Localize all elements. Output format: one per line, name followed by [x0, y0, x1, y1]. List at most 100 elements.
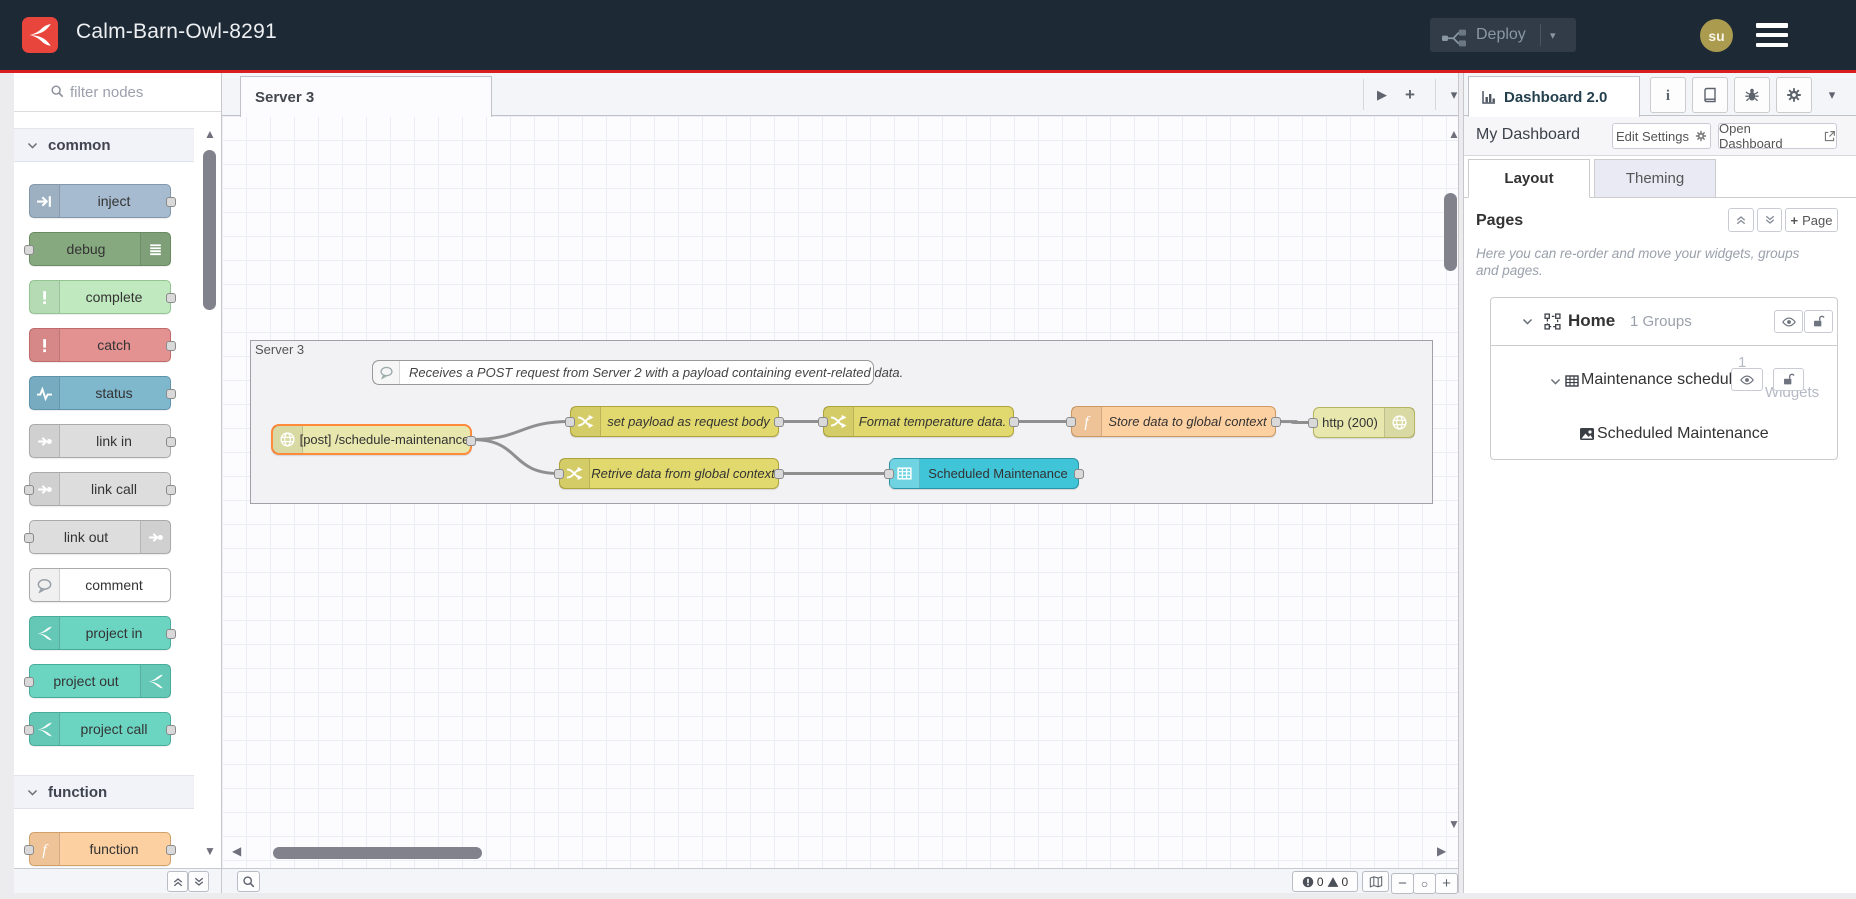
output-port[interactable] [774, 416, 784, 427]
palette-node-link-in[interactable]: link in [29, 424, 176, 458]
palette-node-inject[interactable]: inject [29, 184, 176, 218]
palette-expand-all-button[interactable] [188, 871, 209, 892]
zoom-in-button[interactable]: + [1435, 873, 1458, 894]
output-port[interactable] [166, 341, 176, 351]
input-port[interactable] [554, 468, 564, 479]
collapse-all-pages-button[interactable] [1728, 208, 1754, 232]
tab-layout[interactable]: Layout [1468, 159, 1590, 198]
canvas-scroll-up-icon[interactable]: ▲ [1448, 128, 1458, 140]
edit-settings-button[interactable]: Edit Settings [1612, 123, 1711, 149]
canvas-scroll-down-icon[interactable]: ▼ [1448, 818, 1458, 830]
palette-scroll-up-icon[interactable]: ▲ [204, 128, 216, 140]
output-port[interactable] [166, 197, 176, 207]
add-flow-button[interactable]: + [1398, 83, 1422, 107]
palette-node-project-out[interactable]: project out [24, 664, 171, 698]
input-port[interactable] [24, 533, 34, 543]
palette-category-function[interactable]: function [14, 775, 194, 809]
canvas-scroll-right-icon[interactable]: ▶ [1437, 845, 1446, 857]
output-port[interactable] [166, 725, 176, 735]
input-port[interactable] [24, 677, 34, 687]
input-port[interactable] [24, 245, 34, 255]
project-title: Calm-Barn-Owl-8291 [76, 20, 277, 43]
search-flows-button[interactable] [237, 871, 260, 892]
tab-help-button[interactable] [1692, 77, 1728, 113]
palette-node-catch[interactable]: catch [29, 328, 176, 362]
deploy-options-chevron-icon[interactable]: ▾ [1541, 29, 1565, 42]
navigator-button[interactable] [1362, 871, 1389, 892]
palette-node-project-call[interactable]: project call [24, 712, 176, 746]
zoom-out-button[interactable]: − [1391, 873, 1414, 894]
palette-node-status[interactable]: status [29, 376, 176, 410]
user-avatar[interactable]: su [1700, 19, 1733, 52]
tab-theming[interactable]: Theming [1594, 159, 1716, 198]
input-port[interactable] [1066, 416, 1076, 427]
flow-node-http-200[interactable]: http (200) [1308, 407, 1415, 438]
palette-node-function[interactable]: f function [24, 832, 176, 866]
flow-node-retrive-data-from-global-context[interactable]: Retrive data from global context [554, 458, 784, 489]
dashboard-tree: Home 1 Groups Maintenance schedul... 1 W… [1490, 297, 1838, 460]
output-port[interactable] [166, 485, 176, 495]
palette-node-comment[interactable]: comment [29, 568, 171, 602]
output-port[interactable] [774, 468, 784, 479]
palette-scroll-down-icon[interactable]: ▼ [204, 845, 216, 857]
tree-page-home[interactable]: Home 1 Groups [1491, 298, 1837, 346]
tab-config-button[interactable] [1776, 77, 1812, 113]
input-port[interactable] [818, 416, 828, 427]
canvas-vscrollbar-thumb[interactable] [1444, 193, 1457, 271]
node-label: Format temperature data. [858, 414, 1007, 429]
open-dashboard-button[interactable]: Open Dashboard [1718, 121, 1837, 151]
page-visibility-button[interactable] [1774, 310, 1803, 333]
input-port[interactable] [24, 845, 34, 855]
sidebar-options-chevron-icon[interactable]: ▾ [1820, 83, 1844, 107]
add-page-button[interactable]: + Page [1785, 208, 1838, 232]
output-port[interactable] [166, 437, 176, 447]
flow-canvas[interactable]: Server 3 Receives a POST request from Se… [222, 116, 1458, 868]
output-port[interactable] [1271, 416, 1281, 427]
output-port[interactable] [166, 629, 176, 639]
palette-node-debug[interactable]: debug [24, 232, 171, 266]
flow-node-post-schedule-maintenance[interactable]: [post] /schedule-maintenance [271, 424, 476, 455]
output-port[interactable] [1009, 416, 1019, 427]
palette-scrollbar-thumb[interactable] [203, 150, 216, 310]
palette-node-project-in[interactable]: project in [29, 616, 176, 650]
palette-category-common[interactable]: common [14, 128, 194, 162]
group-lock-button[interactable] [1773, 368, 1804, 391]
expand-all-pages-button[interactable] [1757, 208, 1782, 232]
input-port[interactable] [1308, 417, 1318, 428]
canvas-scroll-left-icon[interactable]: ◀ [232, 845, 241, 857]
output-port[interactable] [466, 435, 476, 446]
zoom-reset-button[interactable]: ○ [1413, 873, 1436, 894]
palette-node-complete[interactable]: complete [29, 280, 176, 314]
palette-filter-input[interactable] [68, 80, 212, 104]
flow-tab-server-3[interactable]: Server 3 [240, 76, 492, 117]
tab-debug-button[interactable] [1734, 77, 1770, 113]
output-port[interactable] [166, 389, 176, 399]
output-port[interactable] [1074, 468, 1084, 479]
chevron-down-icon[interactable] [1521, 315, 1534, 328]
main-menu-button[interactable] [1756, 23, 1788, 47]
palette-node-link-call[interactable]: link call [24, 472, 176, 506]
comment-node[interactable]: Receives a POST request from Server 2 wi… [372, 360, 903, 385]
input-port[interactable] [24, 485, 34, 495]
chevron-down-icon[interactable] [1549, 375, 1562, 388]
tab-info-button[interactable]: i [1650, 77, 1686, 113]
flow-node-set-payload-as-request-body[interactable]: set payload as request body [565, 406, 784, 437]
zoom-controls: − ○ + [1391, 871, 1458, 894]
input-port[interactable] [565, 416, 575, 427]
flow-node-scheduled-maintenance[interactable]: Scheduled Maintenance [884, 458, 1084, 489]
input-port[interactable] [884, 468, 894, 479]
flow-node-format-temperature-data[interactable]: Format temperature data. [818, 406, 1019, 437]
palette-collapse-all-button[interactable] [167, 871, 188, 892]
page-lock-button[interactable] [1804, 310, 1833, 333]
canvas-hscrollbar-thumb[interactable] [273, 847, 482, 859]
input-port[interactable] [24, 725, 34, 735]
group-visibility-button[interactable] [1731, 368, 1763, 391]
palette-filter [14, 73, 222, 112]
output-port[interactable] [166, 845, 176, 855]
deploy-button[interactable]: Deploy ▾ [1430, 18, 1576, 52]
next-tab-button[interactable]: ▶ [1370, 83, 1394, 107]
tab-dashboard-2[interactable]: Dashboard 2.0 [1468, 76, 1640, 117]
palette-node-link-out[interactable]: link out [24, 520, 171, 554]
flow-node-store-data-to-global-context[interactable]: f Store data to global context [1066, 406, 1281, 437]
output-port[interactable] [166, 293, 176, 303]
